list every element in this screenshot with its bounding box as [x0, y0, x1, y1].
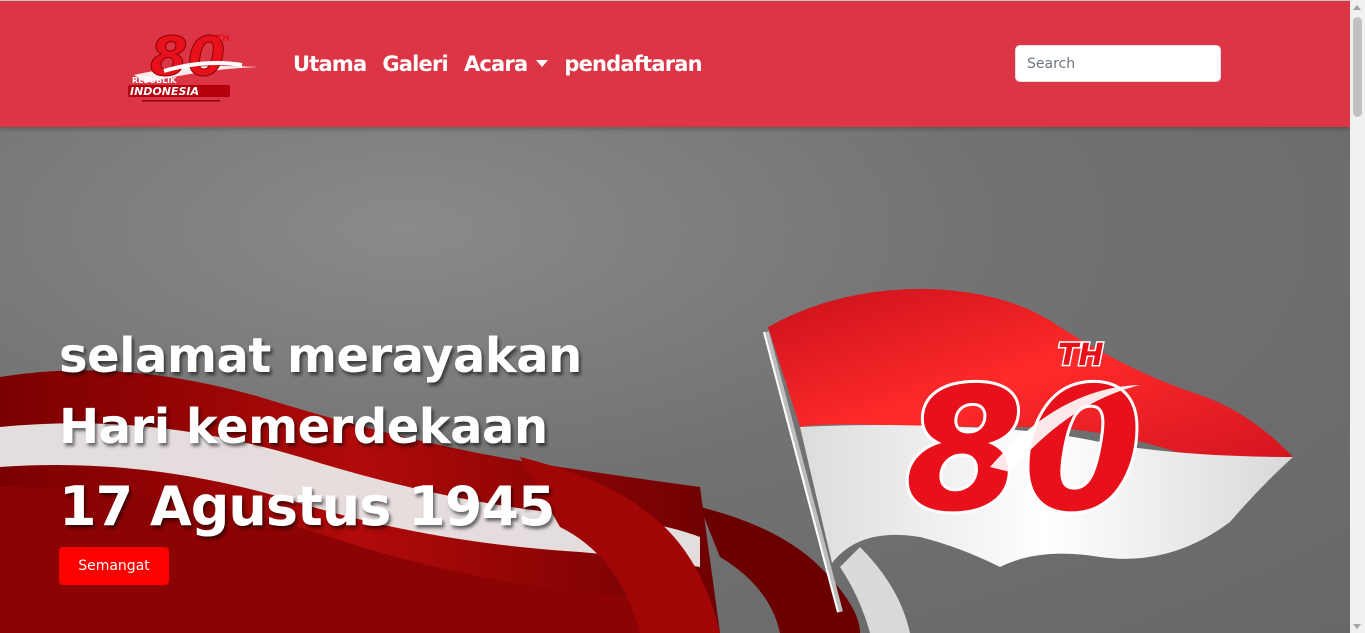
vertical-scrollbar[interactable]	[1350, 0, 1365, 633]
nav-link-utama[interactable]: Utama	[293, 52, 367, 76]
svg-text:REPUBLIK: REPUBLIK	[132, 76, 177, 85]
semangat-button[interactable]: Semangat	[59, 547, 169, 585]
nav-link-galeri[interactable]: Galeri	[382, 52, 448, 76]
page: 80 TH REPUBLIK INDONESIA Utama Galeri Ac…	[0, 0, 1365, 633]
search-input[interactable]	[1015, 45, 1221, 82]
scroll-down-icon[interactable]	[1353, 624, 1361, 629]
scroll-up-icon[interactable]	[1353, 5, 1361, 10]
nav-link-pendaftaran[interactable]: pendaftaran	[564, 52, 702, 76]
hero-title-line-2: Hari kemerdekaan	[59, 399, 548, 455]
scroll-thumb[interactable]	[1353, 17, 1362, 117]
navbar: 80 TH REPUBLIK INDONESIA Utama Galeri Ac…	[0, 1, 1350, 127]
indonesian-flag-icon: 80 TH	[763, 288, 1293, 613]
hero-banner: 80 TH selamat merayakan Hari kemerdekaan…	[0, 127, 1350, 633]
svg-text:TH: TH	[216, 34, 230, 44]
chevron-down-icon	[536, 59, 549, 67]
nav-dropdown-acara[interactable]: Acara	[463, 52, 549, 76]
hut-ri-80-logo[interactable]: 80 TH REPUBLIK INDONESIA	[124, 25, 260, 107]
svg-text:TH: TH	[1058, 338, 1104, 373]
nav-links: Utama Galeri Acara pendaftaran	[293, 47, 718, 81]
svg-text:INDONESIA: INDONESIA	[130, 85, 199, 98]
hero-title-line-1: selamat merayakan	[59, 328, 582, 384]
hero-title-date: 17 Agustus 1945	[59, 475, 555, 538]
nav-link-acara-label: Acara	[463, 52, 528, 76]
